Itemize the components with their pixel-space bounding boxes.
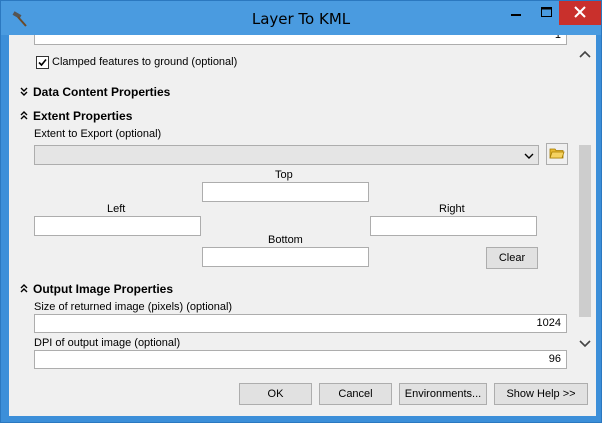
collapse-chevron-icon[interactable]: [19, 284, 29, 294]
image-size-value: 1024: [536, 317, 561, 329]
previous-parameter-field[interactable]: 1: [34, 35, 567, 45]
show-help-button[interactable]: Show Help >>: [494, 383, 588, 405]
bottom-field[interactable]: [202, 247, 369, 267]
browse-folder-button[interactable]: [546, 143, 568, 165]
parameters-panel: 1 Clamped features to ground (optional) …: [9, 35, 574, 371]
extent-export-label: Extent to Export (optional): [34, 128, 162, 140]
folder-open-icon: [549, 146, 565, 163]
environments-button[interactable]: Environments...: [399, 383, 487, 405]
scroll-down-chevron-icon[interactable]: [579, 339, 591, 351]
cancel-button[interactable]: Cancel: [319, 383, 392, 405]
clamped-checkbox[interactable]: [36, 56, 49, 69]
dpi-field[interactable]: 96: [34, 350, 567, 369]
collapse-chevron-icon[interactable]: [19, 111, 29, 121]
left-label: Left: [107, 203, 126, 215]
expand-chevron-icon[interactable]: [19, 87, 29, 97]
maximize-button[interactable]: [531, 1, 561, 25]
image-size-label: Size of returned image (pixels) (optiona…: [34, 301, 233, 313]
clamped-label: Clamped features to ground (optional): [52, 56, 238, 68]
bottom-label: Bottom: [268, 234, 303, 246]
section-data-content[interactable]: Data Content Properties: [33, 85, 170, 99]
scroll-up-chevron-icon[interactable]: [579, 49, 591, 61]
left-field[interactable]: [34, 216, 201, 236]
dialog-client: 1 Clamped features to ground (optional) …: [9, 35, 596, 416]
right-field[interactable]: [370, 216, 537, 236]
right-label: Right: [439, 203, 465, 215]
image-size-field[interactable]: 1024: [34, 314, 567, 333]
extent-export-combo[interactable]: [34, 145, 539, 165]
top-field[interactable]: [202, 182, 369, 202]
vertical-scrollbar[interactable]: [574, 35, 596, 371]
dpi-value: 96: [548, 353, 561, 365]
section-output-image[interactable]: Output Image Properties: [33, 282, 173, 296]
title-bar[interactable]: Layer To KML: [1, 1, 601, 35]
dpi-label: DPI of output image (optional): [34, 337, 181, 349]
maximize-icon: [540, 6, 552, 20]
top-label: Top: [275, 169, 293, 181]
close-button[interactable]: [559, 1, 601, 25]
previous-parameter-value: 1: [554, 35, 561, 41]
checkmark-icon: [38, 58, 47, 67]
dialog-window: Layer To KML 1 Clamped features to groun…: [0, 0, 602, 423]
minimize-icon: [511, 7, 521, 20]
scrollbar-thumb[interactable]: [579, 145, 591, 317]
ok-button[interactable]: OK: [239, 383, 312, 405]
minimize-button[interactable]: [501, 1, 531, 25]
clear-button[interactable]: Clear: [486, 247, 538, 269]
section-extent[interactable]: Extent Properties: [33, 109, 132, 123]
chevron-down-icon: [524, 151, 534, 163]
close-icon: [574, 5, 586, 21]
